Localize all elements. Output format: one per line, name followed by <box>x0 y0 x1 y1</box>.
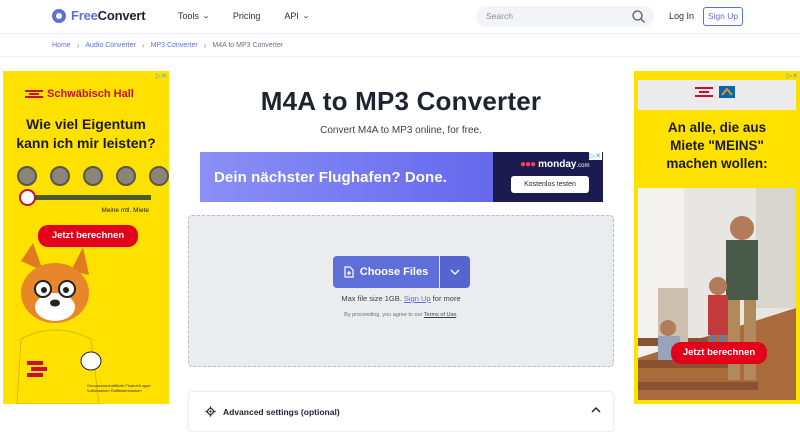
coin-icon <box>149 166 169 186</box>
monday-logo-icon: ●●● <box>520 159 536 170</box>
breadcrumb-current: M4A to MP3 Converter <box>212 42 284 49</box>
page-title: M4A to MP3 Converter <box>260 86 542 116</box>
coin-icon <box>50 166 70 186</box>
ad-choices-icon[interactable]: ▷✕ <box>787 72 798 80</box>
logo[interactable]: FreeConvert <box>52 8 146 23</box>
ad-choices-icon[interactable]: ▷✕ <box>588 152 602 160</box>
nav-api[interactable]: API ⌄ <box>284 11 310 21</box>
breadcrumb-audio-converter[interactable]: Audio Converter <box>85 42 136 49</box>
chevron-down-icon: ⌄ <box>201 13 211 20</box>
choose-files-label: Choose Files <box>359 266 429 278</box>
ad-headline: An alle, die aus Miete "MEINS" machen wo… <box>666 120 768 171</box>
search-input[interactable]: Search <box>476 6 654 27</box>
rent-slider-track[interactable] <box>27 195 151 200</box>
ad-choices-icon[interactable]: ▷✕ <box>156 72 167 80</box>
signup-button[interactable]: Sign Up <box>703 7 743 26</box>
main-nav: Tools ⌄ Pricing API ⌄ <box>178 11 310 21</box>
ad-left[interactable]: ▷✕ Schwäbisch Hall Wie viel Eigentum kan… <box>3 71 169 404</box>
logo-icon <box>52 8 66 23</box>
terms-note: By proceeding, you agree to our Terms of… <box>344 312 458 318</box>
coin-icon <box>17 166 37 186</box>
brand-logo-icon <box>25 89 43 99</box>
advanced-settings-panel[interactable]: Advanced settings (optional) <box>188 391 614 432</box>
logo-text: FreeConvert <box>71 8 146 23</box>
ad-headline: Wie viel Eigentum kann ich mir leisten? <box>16 116 156 151</box>
page-subtitle: Convert M4A to MP3 online, for free. <box>320 125 482 136</box>
choose-files-button[interactable]: Choose Files <box>333 256 439 288</box>
file-icon <box>344 266 354 278</box>
ad-cta-button[interactable]: Jetzt berechnen <box>671 342 767 364</box>
site-header: FreeConvert Tools ⌄ Pricing API ⌄ Search L… <box>0 0 800 34</box>
breadcrumb-mp3-converter[interactable]: MP3 Converter <box>151 42 198 49</box>
brand-logo-icon <box>695 87 713 97</box>
ad-right[interactable]: ▷✕ An alle, die aus Miete "MEINS" machen… <box>634 71 800 404</box>
banner-ad-text: Dein nächster Flughafen? Done. <box>214 169 448 186</box>
terms-link[interactable]: Terms of Use <box>424 312 456 318</box>
ad-brand: Schwäbisch Hall <box>25 88 134 100</box>
banner-ad[interactable]: Dein nächster Flughafen? Done. ●●● monday… <box>200 152 603 202</box>
search-icon[interactable] <box>631 9 646 24</box>
breadcrumb: Home › Audio Converter › MP3 Converter ›… <box>52 41 283 50</box>
chevron-down-icon <box>450 269 460 275</box>
chevron-right-icon: › <box>141 41 145 50</box>
chevron-right-icon: › <box>203 41 207 50</box>
ad-footer: Genossenschaftliche FinanzGruppe Volksba… <box>87 383 151 393</box>
rent-slider-handle[interactable] <box>19 189 36 206</box>
banner-ad-button[interactable]: Kostenlos testen <box>511 176 589 193</box>
advanced-settings-label: Advanced settings (optional) <box>223 407 340 417</box>
bank-logo-icon <box>719 86 735 98</box>
max-file-size-note: Max file size 1GB. Sign Up for more <box>341 294 461 303</box>
slider-label: Meine mtl. Miete <box>101 207 149 214</box>
file-dropzone[interactable] <box>188 215 614 367</box>
coin-icon <box>116 166 136 186</box>
upload-source-dropdown[interactable] <box>440 256 470 288</box>
chevron-down-icon: ⌄ <box>301 13 310 20</box>
divider <box>0 56 800 57</box>
nav-tools[interactable]: Tools ⌄ <box>178 11 211 21</box>
fox-mascot-image <box>16 243 102 404</box>
family-photo-image <box>638 188 796 400</box>
coin-stack-icons <box>17 166 169 186</box>
coin-icon <box>83 166 103 186</box>
chevron-right-icon: › <box>76 41 80 50</box>
nav-pricing[interactable]: Pricing <box>233 11 261 21</box>
signup-link[interactable]: Sign Up <box>404 294 431 303</box>
gear-icon <box>205 406 216 417</box>
search-placeholder: Search <box>486 11 513 21</box>
banner-ad-logo: ●●● monday.com <box>520 159 590 170</box>
ad-logos <box>695 86 735 98</box>
breadcrumb-home[interactable]: Home <box>52 42 71 49</box>
login-link[interactable]: Log In <box>669 11 694 21</box>
chevron-up-icon[interactable] <box>591 406 601 413</box>
